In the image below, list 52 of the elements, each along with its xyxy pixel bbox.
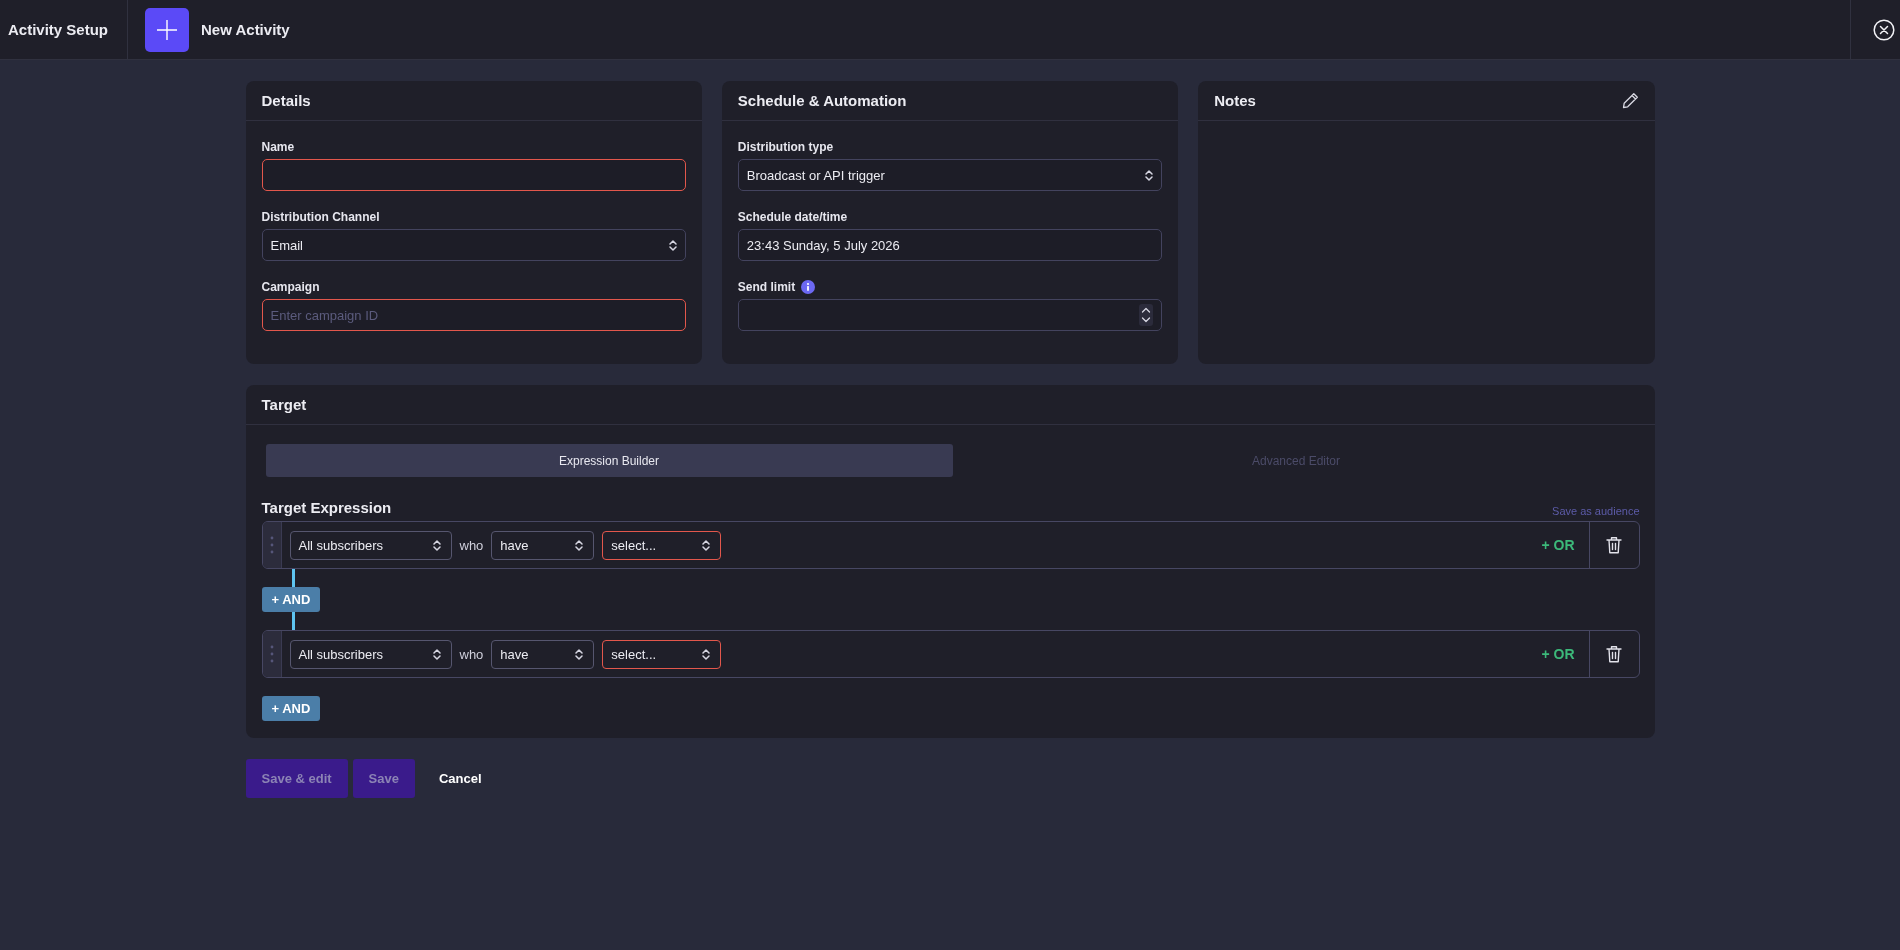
grip-dots-icon bbox=[269, 535, 274, 555]
subject-select[interactable]: All subscribers bbox=[289, 639, 452, 669]
card-title: Notes bbox=[1214, 92, 1256, 109]
and-button[interactable]: + AND bbox=[261, 587, 321, 612]
drag-handle[interactable] bbox=[262, 631, 282, 677]
field-label: Send limit bbox=[737, 280, 796, 294]
app-title: Activity Setup bbox=[0, 0, 128, 59]
condition-select[interactable]: select... bbox=[602, 639, 722, 669]
pencil-icon[interactable] bbox=[1621, 92, 1639, 109]
trash-icon bbox=[1606, 536, 1622, 554]
drag-handle[interactable] bbox=[262, 522, 282, 568]
tab[interactable]: Expression Builder bbox=[265, 444, 953, 477]
chevron-updown-icon bbox=[432, 647, 441, 661]
trash-icon bbox=[1606, 645, 1622, 663]
card-title: Details bbox=[261, 92, 311, 109]
card-title: Target bbox=[261, 396, 307, 413]
connector-word: who bbox=[459, 646, 484, 662]
or-button[interactable]: + OR bbox=[1527, 631, 1589, 677]
and-button[interactable]: + AND bbox=[261, 696, 321, 721]
or-button[interactable]: + OR bbox=[1527, 522, 1589, 568]
number-field[interactable] bbox=[737, 299, 1163, 331]
text-field[interactable]: 23:43 Sunday, 5 July 2026 bbox=[737, 229, 1163, 261]
condition-select[interactable]: select... bbox=[602, 530, 722, 560]
verb-select[interactable]: have bbox=[491, 639, 595, 669]
connector-word: who bbox=[459, 537, 484, 553]
spinner-icon[interactable] bbox=[1139, 304, 1154, 326]
select-field[interactable]: Email bbox=[261, 229, 686, 261]
section-title: Target Expression bbox=[261, 498, 392, 518]
field-label: Distribution type bbox=[737, 140, 834, 154]
field-label: Campaign bbox=[261, 280, 320, 294]
info-icon[interactable] bbox=[801, 280, 816, 294]
text-field[interactable]: Enter campaign ID bbox=[261, 299, 686, 331]
field-label: Distribution Channel bbox=[261, 210, 380, 224]
subject-select[interactable]: All subscribers bbox=[289, 530, 452, 560]
card-title: Schedule & Automation bbox=[737, 92, 907, 109]
chevron-updown-icon bbox=[1145, 168, 1154, 182]
chevron-updown-icon bbox=[702, 647, 711, 661]
close-icon bbox=[1873, 18, 1895, 41]
grip-dots-icon bbox=[269, 644, 274, 664]
chevron-updown-icon bbox=[432, 538, 441, 552]
select-field[interactable]: Broadcast or API trigger bbox=[737, 159, 1163, 191]
field-label: Name bbox=[261, 140, 295, 154]
field-label: Schedule date/time bbox=[737, 210, 848, 224]
chevron-updown-icon bbox=[575, 647, 584, 661]
cancel-button[interactable]: Cancel bbox=[419, 759, 501, 798]
page-title: New Activity bbox=[201, 21, 290, 38]
text-field[interactable] bbox=[261, 159, 686, 191]
chevron-updown-icon bbox=[575, 538, 584, 552]
chevron-updown-icon bbox=[668, 238, 677, 252]
chevron-updown-icon bbox=[702, 538, 711, 552]
plus-icon bbox=[145, 7, 189, 52]
verb-select[interactable]: have bbox=[491, 530, 595, 560]
